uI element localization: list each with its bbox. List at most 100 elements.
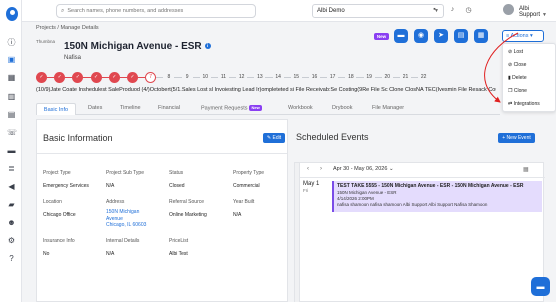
stage-connector: [283, 77, 291, 78]
calendar-icon[interactable]: ▦: [523, 166, 529, 173]
chart-icon[interactable]: ▤: [7, 110, 16, 119]
stage-step[interactable]: ✓: [36, 72, 47, 83]
address-link[interactable]: 150N Michigan Avenue Chicago, IL 60603: [106, 209, 146, 229]
avatar[interactable]: [503, 4, 514, 15]
field-value: Emergency Services: [43, 183, 89, 189]
user-menu[interactable]: Albi Support ▼: [519, 6, 556, 18]
truck-icon[interactable]: ▰: [7, 200, 16, 209]
field-value: No: [43, 251, 50, 257]
bell-icon[interactable]: ♪: [448, 6, 457, 13]
gear-icon[interactable]: ⚙: [7, 236, 16, 245]
phone-icon[interactable]: ☏: [7, 128, 17, 137]
stage-step[interactable]: 14: [273, 72, 284, 83]
chat-icon[interactable]: ▪: [430, 6, 439, 13]
link-button[interactable]: ▦: [474, 29, 488, 43]
stage-step[interactable]: 13: [254, 72, 265, 83]
tab-drybook[interactable]: Drybook: [332, 105, 352, 111]
stage-step[interactable]: 8: [163, 72, 174, 83]
stage-connector: [138, 77, 146, 78]
send-button[interactable]: ➤: [434, 29, 448, 43]
project-title: 150N Michigan Avenue - ESR: [64, 41, 202, 52]
document-button[interactable]: ▤: [454, 29, 468, 43]
new-event-button[interactable]: + New Event: [498, 133, 535, 143]
menu-item-lost[interactable]: ⊘ Lost: [508, 49, 523, 55]
tab-timeline[interactable]: Timeline: [120, 105, 141, 111]
address-line: Chicago, IL 60603: [106, 222, 147, 228]
menu-item-clone[interactable]: ❐ Clone: [508, 88, 527, 94]
stage-step[interactable]: 9: [182, 72, 193, 83]
stage-step[interactable]: 21: [400, 72, 411, 83]
stage-step[interactable]: 22: [418, 72, 429, 83]
chat-button[interactable]: ▬: [394, 29, 408, 43]
tab-financial[interactable]: Financial: [158, 105, 180, 111]
stage-connector: [174, 77, 182, 78]
field-label: Insurance Info: [43, 238, 75, 244]
list-icon[interactable]: ≣: [7, 164, 16, 173]
stage-step[interactable]: ✓: [72, 72, 84, 83]
date-range-select[interactable]: Apr 30 - May 06, 2026 ⌄: [333, 166, 394, 172]
tab-workbook[interactable]: Workbook: [288, 105, 313, 111]
info-icon[interactable]: i: [204, 43, 211, 50]
users-icon[interactable]: ☻: [7, 218, 16, 227]
stage-step[interactable]: 10: [200, 72, 211, 83]
tab-bar: Basic Info Dates Timeline Financial Paym…: [36, 103, 500, 115]
clock-icon[interactable]: ◷: [464, 6, 473, 14]
help-icon[interactable]: ?: [7, 254, 16, 263]
stage-step[interactable]: ✓: [54, 72, 66, 83]
event-card[interactable]: TEST TAKE 5555 - 150N Michigan Avenue - …: [332, 181, 542, 212]
stage-connector: [101, 77, 109, 78]
stage-step[interactable]: 17: [327, 72, 338, 83]
menu-item-label: Delete: [512, 75, 527, 81]
chat-widget-button[interactable]: ▬: [531, 277, 550, 296]
megaphone-icon[interactable]: ◀: [7, 182, 16, 191]
stage-step[interactable]: 20: [382, 72, 393, 83]
menu-item-label: Close: [513, 62, 527, 68]
stage-connector: [65, 77, 73, 78]
app-logo[interactable]: [6, 7, 18, 21]
tab-payment-requests[interactable]: Payment Requests New: [201, 105, 262, 111]
folder-icon[interactable]: ▬: [7, 146, 16, 155]
chevron-left-icon[interactable]: ‹: [307, 166, 309, 172]
basic-info-panel: Basic Information ✎ Edit Project Type Em…: [36, 119, 288, 302]
field-value: N/A: [233, 212, 242, 218]
field-value: Chicago Office: [43, 212, 76, 218]
briefcase-icon[interactable]: ▣: [7, 55, 16, 64]
stage-labels: (10/9)Jate Coate Inshedulest SaleProduod…: [36, 87, 496, 93]
info-icon[interactable]: ⓘ: [7, 38, 16, 47]
stage-step[interactable]: 18: [345, 72, 356, 83]
stage-connector: [156, 77, 164, 78]
stage-connector: [119, 77, 127, 78]
menu-item-delete[interactable]: ▮ Delete: [508, 75, 527, 81]
stage-step[interactable]: 12: [236, 72, 247, 83]
stage-step[interactable]: 16: [309, 72, 320, 83]
field-label: Property Type: [233, 170, 265, 176]
tab-file-manager[interactable]: File Manager: [372, 105, 404, 111]
chevron-right-icon[interactable]: ›: [320, 166, 322, 172]
page-title: 150N Michigan Avenue - ESR i: [64, 41, 211, 52]
breadcrumb[interactable]: Projects / Manage Details: [36, 25, 99, 31]
stage-step[interactable]: 15: [291, 72, 302, 83]
edit-button[interactable]: ✎ Edit: [263, 133, 285, 143]
stage-connector: [411, 77, 419, 78]
actions-dropdown: ⊘ Lost ⊘ Close ▮ Delete ❐ Clone ⇄ Integr…: [502, 43, 556, 112]
camera-button[interactable]: ◉: [414, 29, 428, 43]
menu-item-close[interactable]: ⊘ Close: [508, 62, 526, 68]
menu-item-integrations[interactable]: ⇄ Integrations: [508, 101, 540, 107]
stage-step[interactable]: ✓: [108, 72, 120, 83]
tab-dates[interactable]: Dates: [88, 105, 102, 111]
stage-step[interactable]: 19: [364, 72, 375, 83]
edit-label: Edit: [272, 135, 282, 141]
map-icon[interactable]: ▥: [7, 92, 16, 101]
actions-button[interactable]: ≡ Actions ▾: [502, 30, 544, 42]
stage-step[interactable]: ✓: [90, 72, 102, 83]
search-box: ⌕: [56, 4, 256, 18]
stage-step[interactable]: 11: [218, 72, 229, 83]
search-input[interactable]: [67, 8, 248, 14]
stage-connector: [338, 77, 346, 78]
scrollbar[interactable]: [295, 163, 300, 302]
tab-basic-info[interactable]: Basic Info: [36, 103, 76, 115]
stage-step[interactable]: 7: [145, 72, 157, 83]
calendar-icon[interactable]: ▦: [7, 73, 16, 82]
stage-step[interactable]: ✓: [127, 72, 138, 83]
org-select[interactable]: Albi Demo ▼: [312, 4, 444, 18]
